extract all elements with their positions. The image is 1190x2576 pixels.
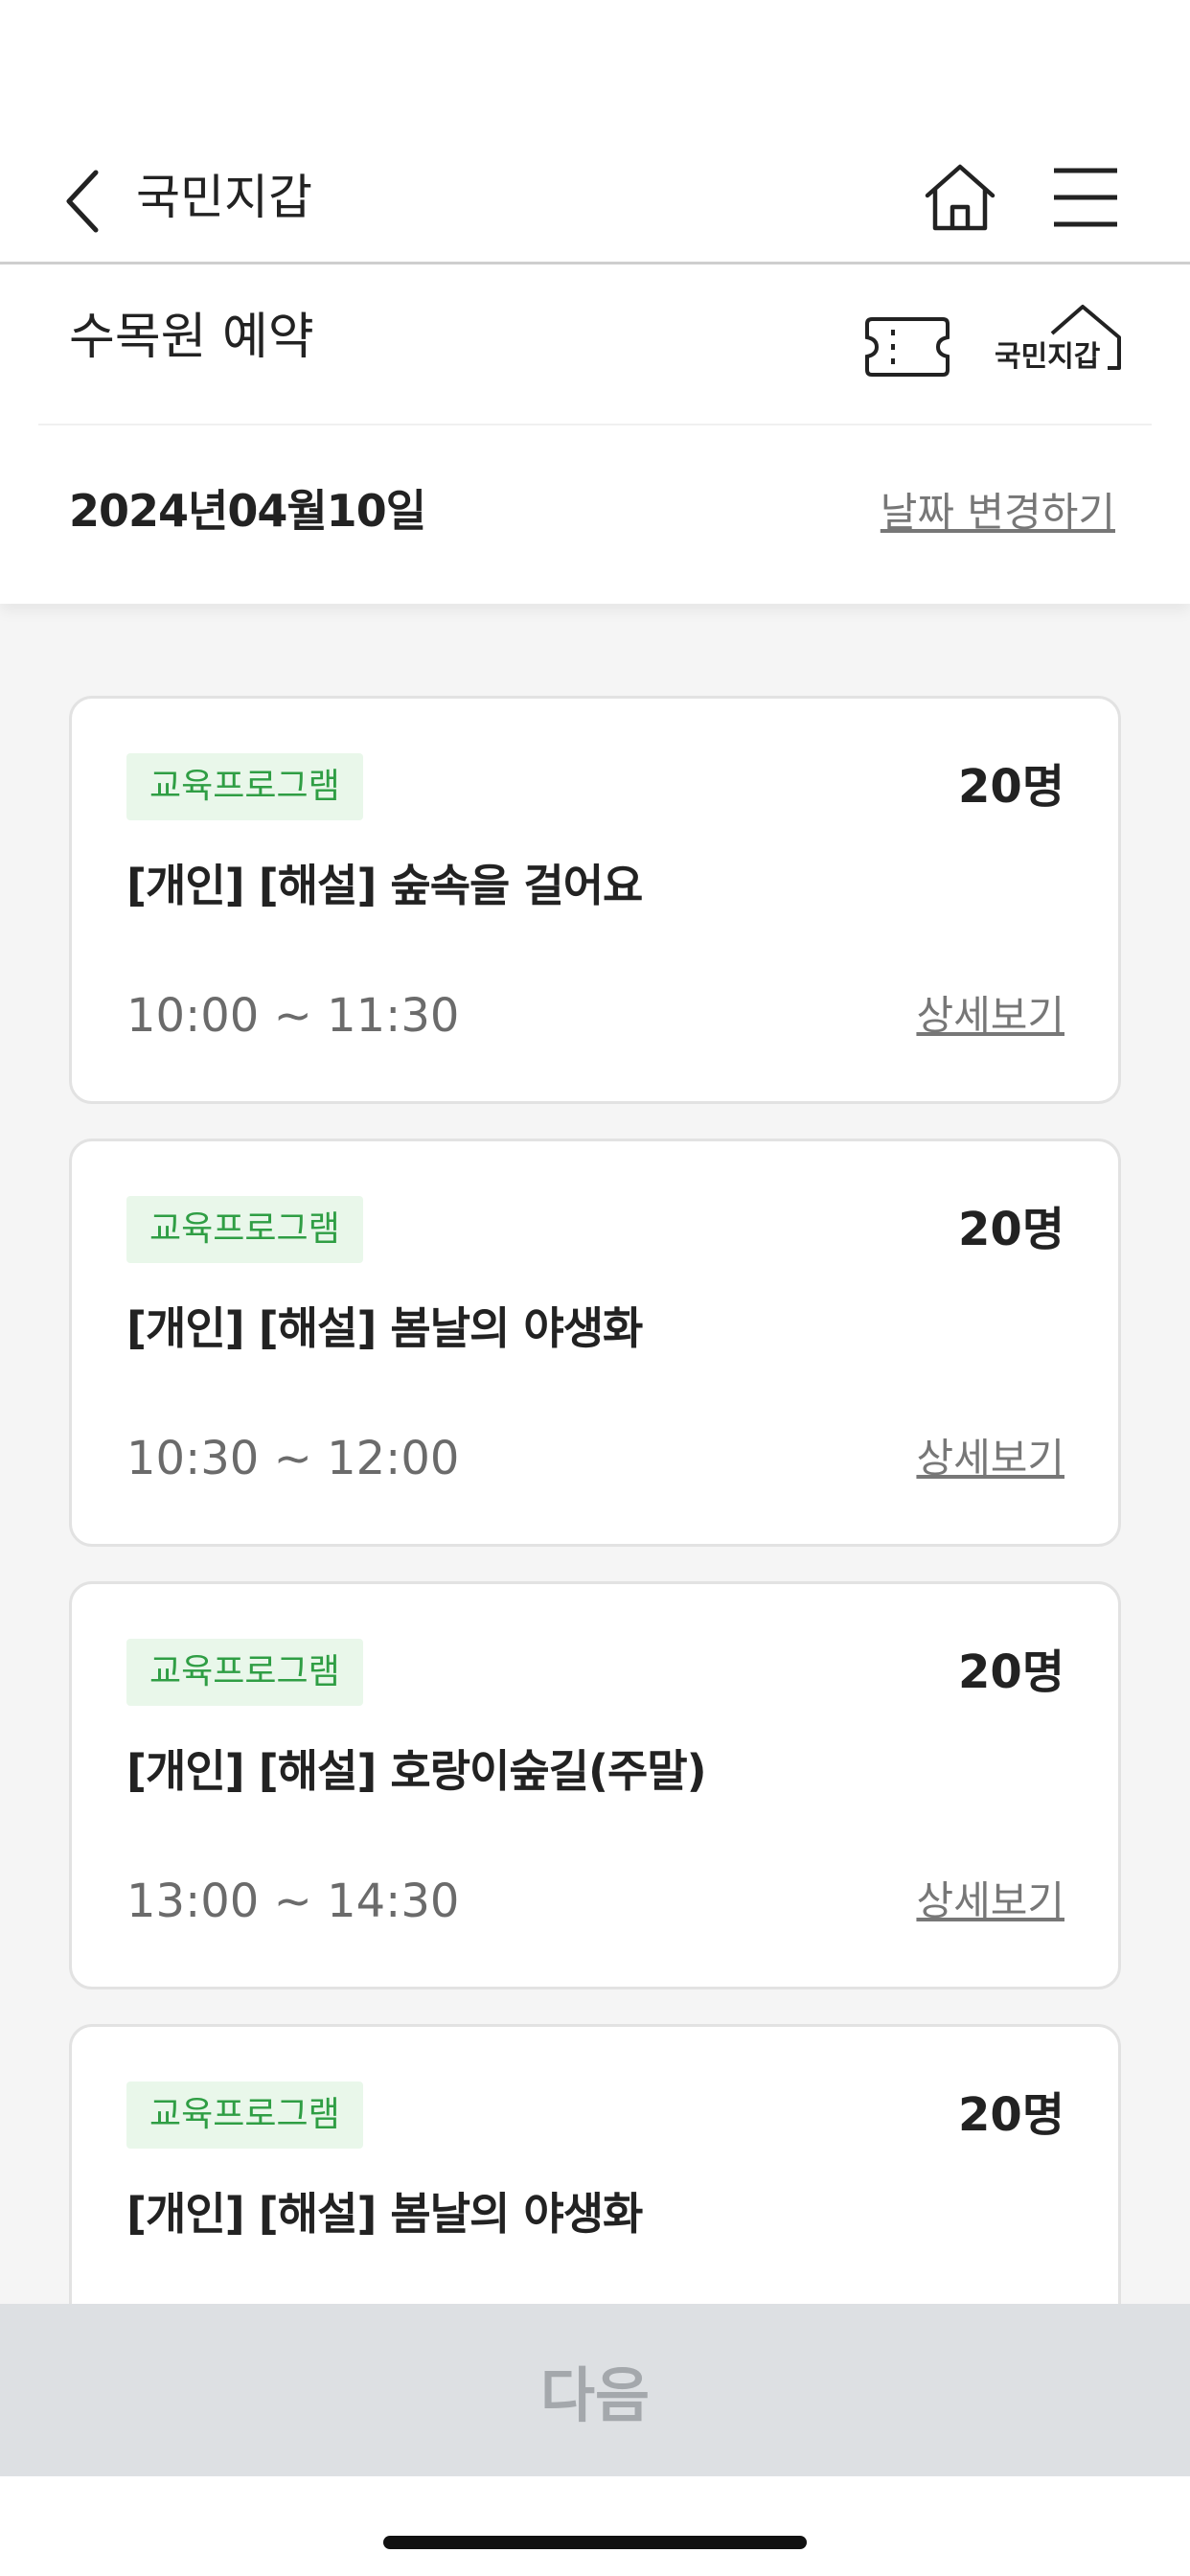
- capacity-count: 20명: [958, 2088, 1064, 2142]
- chevron-left-icon[interactable]: [59, 163, 117, 240]
- program-time: 10:00 ~ 11:30: [126, 989, 460, 1043]
- category-badge: 교육프로그램: [126, 2082, 363, 2149]
- program-time: 10:30 ~ 12:00: [126, 1432, 460, 1485]
- selected-date: 2024년04월10일: [69, 485, 426, 537]
- ticket-icon[interactable]: [864, 316, 950, 378]
- program-card[interactable]: 교육프로그램 20명 [개인] [해설] 숲속을 걸어요 10:00 ~ 11:…: [69, 696, 1121, 1104]
- svg-text:국민지갑: 국민지갑: [995, 340, 1101, 374]
- wallet-logo[interactable]: 국민지갑: [993, 299, 1127, 385]
- hamburger-menu-icon[interactable]: [1050, 163, 1121, 232]
- program-title: [개인] [해설] 봄날의 야생화: [126, 2188, 643, 2240]
- change-date-link[interactable]: 날짜 변경하기: [881, 481, 1115, 544]
- detail-link[interactable]: 상세보기: [916, 1427, 1064, 1490]
- category-badge: 교육프로그램: [126, 1196, 363, 1263]
- divider: [38, 424, 1152, 426]
- screen: 국민지갑 수목원 예약 국민지갑 2024년04월10일 날짜 변경하기 교육프…: [0, 0, 1190, 2576]
- detail-link[interactable]: 상세보기: [916, 984, 1064, 1047]
- program-title: [개인] [해설] 봄날의 야생화: [126, 1302, 643, 1354]
- next-button[interactable]: 다음: [0, 2304, 1190, 2476]
- program-title: [개인] [해설] 호랑이숲길(주말): [126, 1745, 707, 1797]
- page-title: 수목원 예약: [69, 309, 314, 366]
- program-title: [개인] [해설] 숲속을 걸어요: [126, 860, 643, 911]
- capacity-count: 20명: [958, 760, 1064, 814]
- home-icon[interactable]: [922, 159, 998, 236]
- top-nav-bar: 국민지갑: [0, 134, 1190, 264]
- capacity-count: 20명: [958, 1203, 1064, 1256]
- home-bar-area: [0, 2476, 1190, 2576]
- category-badge: 교육프로그램: [126, 1639, 363, 1706]
- program-card[interactable]: 교육프로그램 20명 [개인] [해설] 호랑이숲길(주말) 13:00 ~ 1…: [69, 1581, 1121, 1990]
- program-list: 교육프로그램 20명 [개인] [해설] 숲속을 걸어요 10:00 ~ 11:…: [69, 696, 1121, 2467]
- wallet-logo-mark: 국민지갑: [995, 305, 1121, 374]
- detail-link[interactable]: 상세보기: [916, 1870, 1064, 1933]
- status-bar: [0, 0, 1190, 134]
- program-card[interactable]: 교육프로그램 20명 [개인] [해설] 봄날의 야생화 10:30 ~ 12:…: [69, 1138, 1121, 1547]
- home-indicator: [383, 2536, 807, 2549]
- nav-title: 국민지갑: [136, 170, 312, 225]
- category-badge: 교육프로그램: [126, 753, 363, 820]
- sub-header: 수목원 예약 국민지갑 2024년04월10일 날짜 변경하기: [0, 264, 1190, 604]
- capacity-count: 20명: [958, 1645, 1064, 1699]
- program-time: 13:00 ~ 14:30: [126, 1874, 460, 1928]
